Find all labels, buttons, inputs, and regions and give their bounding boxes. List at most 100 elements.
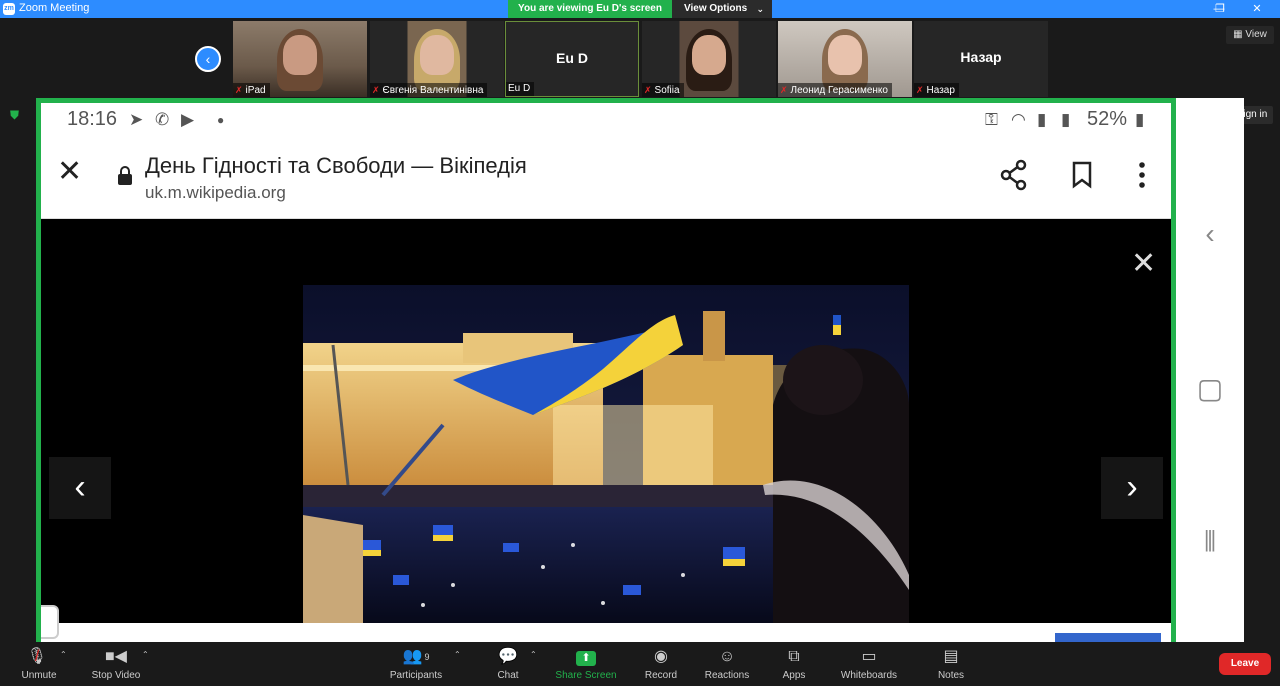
wikipedia-button[interactable] bbox=[1055, 633, 1161, 642]
record-label: Record bbox=[644, 670, 678, 681]
page-title: День Гідності та Свободи — Вікіпедія bbox=[145, 153, 527, 178]
previous-image-button[interactable]: ‹ bbox=[49, 457, 111, 519]
viewing-screen-banner: You are viewing Eu D's screen bbox=[508, 0, 672, 18]
android-navigation-bar: ‹ ▢ ⦀ bbox=[1176, 98, 1244, 642]
chevron-up-icon: ⌃ bbox=[142, 650, 149, 659]
encryption-shield-icon[interactable]: ⛊ bbox=[10, 109, 23, 122]
close-window-button[interactable]: ✕ bbox=[1234, 0, 1280, 18]
participant-face bbox=[283, 35, 317, 75]
view-layout-label: View bbox=[1245, 29, 1267, 40]
mic-muted-icon: ✗ bbox=[372, 85, 380, 95]
participant-face bbox=[828, 35, 862, 75]
video-camera-icon: ■◀ bbox=[105, 648, 127, 665]
mic-muted-icon: ✗ bbox=[235, 85, 243, 95]
smiley-plus-icon: ☺ bbox=[718, 648, 736, 665]
participants-icon: 👥 9 bbox=[402, 648, 430, 665]
participant-name-bar: ✗ Євгенія Валентинівна bbox=[370, 83, 488, 97]
participant-name: iPad bbox=[245, 85, 266, 96]
record-button[interactable]: ◉ Record bbox=[636, 642, 686, 686]
share-screen-button[interactable]: ⬆ Share Screen bbox=[552, 642, 620, 686]
participant-name: Eu D bbox=[508, 83, 531, 94]
mic-muted-icon: ✗ bbox=[780, 85, 788, 95]
chat-label: Chat bbox=[497, 670, 519, 681]
record-icon: ◉ bbox=[654, 648, 668, 665]
android-back-button[interactable]: ‹ bbox=[1176, 218, 1244, 250]
android-home-button[interactable]: ▢ bbox=[1176, 372, 1244, 405]
stop-video-button[interactable]: ■◀ Stop Video bbox=[86, 642, 146, 686]
participant-name: Леонид Герасименко bbox=[790, 85, 888, 96]
participant-name-bar: ✗ iPad bbox=[233, 83, 270, 97]
close-viewer-icon[interactable]: ✕ bbox=[1131, 249, 1156, 279]
whiteboards-label: Whiteboards bbox=[840, 670, 898, 681]
lock-icon bbox=[118, 166, 132, 185]
unmute-label: Unmute bbox=[21, 670, 57, 681]
close-icon[interactable]: ✕ bbox=[57, 157, 82, 187]
chat-bubble-icon: 💬 bbox=[498, 648, 518, 665]
wikipedia-page-content bbox=[41, 605, 1171, 642]
video-options-caret[interactable]: ⌃ bbox=[142, 642, 154, 686]
participant-tile[interactable]: ✗ iPad bbox=[233, 21, 367, 97]
whiteboard-icon: ▭ bbox=[861, 648, 877, 665]
stop-video-label: Stop Video bbox=[91, 670, 141, 681]
participant-tile-active-speaker[interactable]: Eu D Eu D bbox=[505, 21, 639, 97]
meeting-toolbar: 🎙/ Unmute ⌃ ■◀ Stop Video ⌃ 👥 9 Participa… bbox=[0, 642, 1280, 686]
share-screen-label: Share Screen bbox=[555, 670, 617, 681]
chat-button[interactable]: 💬 Chat bbox=[488, 642, 528, 686]
notes-icon: ▤ bbox=[943, 648, 959, 665]
participant-tile[interactable]: ✗ Леонид Герасименко bbox=[778, 21, 912, 97]
telegram-icon: ➤ bbox=[129, 110, 144, 129]
participant-tile[interactable]: ✗ Sofiia bbox=[642, 21, 776, 97]
wifi-icon: ◠ bbox=[1011, 110, 1026, 129]
share-icon[interactable] bbox=[999, 159, 1029, 191]
share-screen-icon: ⬆ bbox=[552, 648, 620, 666]
chevron-down-icon: ⌄ bbox=[756, 4, 764, 14]
participant-tile[interactable]: Назар ✗ Назар bbox=[914, 21, 1048, 97]
participant-strip bbox=[0, 18, 1280, 98]
signal-icon: ▮ bbox=[1037, 110, 1047, 129]
android-recents-button[interactable]: ⦀ bbox=[1176, 526, 1244, 559]
whiteboards-button[interactable]: ▭ Whiteboards bbox=[836, 642, 902, 686]
participant-big-name: Eu D bbox=[556, 50, 588, 66]
apps-button[interactable]: ⧉ Apps bbox=[774, 642, 814, 686]
grid-icon: ▦ bbox=[1233, 29, 1246, 40]
view-options-label: View Options bbox=[684, 3, 748, 14]
bookmark-icon[interactable] bbox=[1071, 161, 1093, 189]
participant-name-bar: ✗ Назар bbox=[914, 83, 959, 97]
leave-button[interactable]: Leave bbox=[1219, 653, 1271, 675]
participant-name-bar: ✗ Леонид Герасименко bbox=[778, 83, 892, 97]
page-url: uk.m.wikipedia.org bbox=[145, 183, 286, 202]
apps-icon: ⧉ bbox=[788, 648, 800, 665]
youtube-icon: ▶ bbox=[181, 110, 195, 129]
unmute-button[interactable]: 🎙/ Unmute bbox=[12, 642, 66, 686]
participant-face bbox=[420, 35, 454, 75]
more-vertical-icon[interactable] bbox=[1137, 161, 1147, 189]
maidan-photo bbox=[303, 285, 909, 623]
battery-icon: ▮ bbox=[1135, 110, 1145, 129]
notes-button[interactable]: ▤ Notes bbox=[930, 642, 972, 686]
mic-muted-icon: ✗ bbox=[644, 85, 652, 95]
chat-options-caret[interactable]: ⌃ bbox=[530, 642, 542, 686]
participant-name: Євгенія Валентинівна bbox=[382, 85, 484, 96]
phone-status-bar: 18:16 ➤ ✆ ▶ ● ⚿ ◠ ▮ ▮ 52% ▮ bbox=[41, 103, 1171, 135]
view-layout-button[interactable]: ▦ View bbox=[1226, 26, 1274, 44]
next-image-button[interactable]: › bbox=[1101, 457, 1163, 519]
participant-big-name: Назар bbox=[960, 49, 1002, 65]
previous-page-button[interactable]: ‹ bbox=[195, 46, 221, 72]
participant-name-bar: Eu D bbox=[506, 82, 535, 96]
participants-options-caret[interactable]: ⌃ bbox=[454, 642, 466, 686]
viber-icon: ✆ bbox=[155, 110, 170, 129]
battery-level: 52% bbox=[1087, 108, 1128, 130]
participant-face bbox=[692, 35, 726, 75]
reactions-button[interactable]: ☺ Reactions bbox=[700, 642, 754, 686]
participants-button[interactable]: 👥 9 Participants bbox=[384, 642, 448, 686]
participant-name-bar: ✗ Sofiia bbox=[642, 83, 684, 97]
zoom-logo-icon: zm bbox=[3, 3, 15, 15]
view-options-button[interactable]: View Options ⌄ bbox=[672, 0, 772, 18]
participant-tile[interactable]: ✗ Євгенія Валентинівна bbox=[370, 21, 504, 97]
browser-toolbar: ✕ День Гідності та Свободи — Вікіпедія u… bbox=[41, 135, 1171, 219]
edge-panel-handle[interactable] bbox=[41, 605, 59, 639]
phone-clock: 18:16 bbox=[67, 108, 118, 130]
audio-options-caret[interactable]: ⌃ bbox=[60, 642, 72, 686]
participants-label: Participants bbox=[389, 670, 443, 681]
participant-name: Sofiia bbox=[654, 85, 680, 96]
